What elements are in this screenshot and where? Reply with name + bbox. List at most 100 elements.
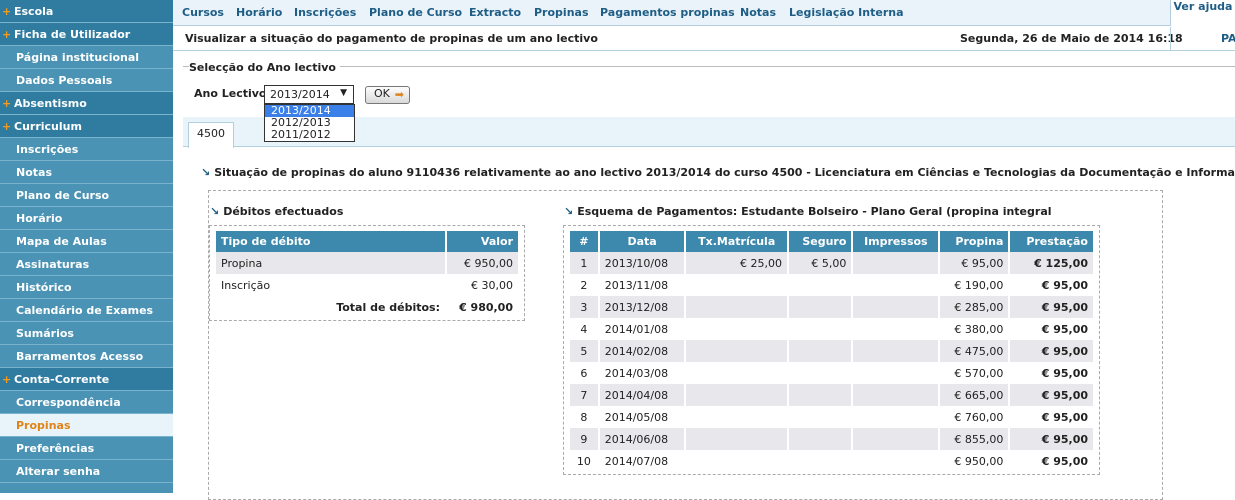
sidebar-item[interactable]: Horário: [0, 207, 173, 230]
sidebar-item-label: Escola: [14, 5, 54, 18]
sidebar-item[interactable]: + Ficha de Utilizador: [0, 23, 173, 46]
triangle-down-icon: ▼: [340, 88, 347, 98]
table-row: 10 2014/07/08 € 950,00 € 95,00: [570, 450, 1093, 472]
tab-4500[interactable]: 4500: [188, 122, 234, 148]
nav-link-legislacao-interna[interactable]: Legislação Interna: [789, 6, 904, 19]
year-select[interactable]: 2013/2014 ▼: [264, 85, 354, 104]
plus-icon: +: [2, 97, 12, 110]
table-cell: € 285,00: [939, 296, 1011, 318]
sidebar-item[interactable]: Preferências: [0, 437, 173, 460]
column-header: Tipo de débito: [216, 231, 447, 252]
table-cell: [787, 274, 854, 296]
sidebar-item-label: Dados Pessoais: [16, 74, 113, 87]
table-cell: [685, 362, 789, 384]
nav-link-inscricoes[interactable]: Inscrições: [294, 6, 356, 19]
nav-link-pagamentos-propinas[interactable]: Pagamentos propinas: [600, 6, 735, 19]
table-cell: [852, 340, 941, 362]
situation-heading: ↘ Situação de propinas do aluno 9110436 r…: [201, 166, 1235, 179]
nav-link-plano-de-curso[interactable]: Plano de Curso: [369, 6, 462, 19]
table-cell: € 950,00: [446, 252, 518, 274]
sidebar-item[interactable]: Calendário de Exames: [0, 299, 173, 322]
table-cell: [685, 450, 789, 472]
total-row: Total de débitos: € 980,00: [216, 296, 518, 318]
table-cell: Propina: [216, 252, 447, 274]
sidebar-item[interactable]: Mapa de Aulas: [0, 230, 173, 253]
sidebar-item-label: Mapa de Aulas: [16, 235, 107, 248]
table-row: 1 2013/10/08 € 25,00 € 5,00 € 95,00 € 125,00: [570, 252, 1093, 274]
sidebar-item[interactable]: Dados Pessoais: [0, 69, 173, 92]
table-row: Inscrição € 30,00: [216, 274, 518, 296]
sidebar-item-label: Conta-Corrente: [14, 373, 110, 386]
table-cell: [787, 428, 854, 450]
table-cell: € 665,00: [939, 384, 1011, 406]
table-cell: 2013/10/08: [598, 252, 687, 274]
sidebar-item[interactable]: Barramentos Acesso: [0, 345, 173, 368]
arrow-down-right-icon: ↘: [210, 205, 220, 218]
sidebar-item-label: Notas: [16, 166, 52, 179]
table-cell: 5: [570, 340, 600, 362]
sidebar-item[interactable]: Correspondência: [0, 391, 173, 414]
sidebar-item[interactable]: Página institucional: [0, 46, 173, 69]
table-cell: Inscrição: [216, 274, 447, 296]
sidebar-item-label: Ficha de Utilizador: [14, 28, 131, 41]
sidebar-item[interactable]: Plano de Curso: [0, 184, 173, 207]
nav-link-cursos[interactable]: Cursos: [182, 6, 224, 19]
table-row: 8 2014/05/08 € 760,00 € 95,00: [570, 406, 1093, 428]
table-cell: 1: [570, 252, 600, 274]
sidebar-item[interactable]: + Conta-Corrente: [0, 368, 173, 391]
column-header: Valor: [446, 231, 518, 252]
table-cell: 4: [570, 318, 600, 340]
table-row: 7 2014/04/08 € 665,00 € 95,00: [570, 384, 1093, 406]
plus-icon: +: [2, 373, 12, 386]
table-cell: [685, 296, 789, 318]
column-header: Prestação: [1009, 231, 1093, 252]
sidebar-item[interactable]: Histórico: [0, 276, 173, 299]
sidebar-item[interactable]: + Absentismo: [0, 92, 173, 115]
sidebar-item[interactable]: Propinas: [0, 414, 173, 437]
page-description: Visualizar a situação do pagamento de pr…: [185, 32, 598, 45]
help-link[interactable]: Ver ajuda: [1170, 0, 1235, 26]
nav-link-horario[interactable]: Horário: [236, 6, 282, 19]
debitos-panel: Tipo de débito Valor Propina € 950,00 In…: [209, 225, 525, 321]
sidebar-item[interactable]: Alterar senha: [0, 460, 173, 483]
table-cell: 2: [570, 274, 600, 296]
sidebar-item-label: Assinaturas: [16, 258, 90, 271]
column-header: Impressos: [852, 231, 941, 252]
table-cell: € 95,00: [1009, 428, 1093, 450]
esquema-title: ↘ Esquema de Pagamentos: Estudante Bolsei…: [564, 205, 1052, 218]
sidebar-item-label: Horário: [16, 212, 63, 225]
table-row: 2 2013/11/08 € 190,00 € 95,00: [570, 274, 1093, 296]
ok-button[interactable]: OK ➡: [365, 86, 410, 104]
sub-header: Visualizar a situação do pagamento de pr…: [173, 27, 1235, 51]
table-cell: 2014/03/08: [598, 362, 687, 384]
nav-link-extracto[interactable]: Extracto: [469, 6, 521, 19]
sidebar-item[interactable]: Inscrições: [0, 138, 173, 161]
current-date: Segunda, 26 de Maio de 2014 16:18: [960, 32, 1183, 45]
sidebar-item[interactable]: + Escola: [0, 0, 173, 23]
table-cell: 2014/04/08: [598, 384, 687, 406]
esquema-title-text: Esquema de Pagamentos: Estudante Bolseir…: [577, 205, 1052, 218]
table-cell: € 95,00: [1041, 454, 1088, 468]
nav-link-notas[interactable]: Notas: [740, 6, 776, 19]
nav-link-propinas[interactable]: Propinas: [534, 6, 589, 19]
table-cell: € 95,00: [1041, 410, 1088, 424]
table-cell: [685, 384, 789, 406]
sidebar-item[interactable]: Sumários: [0, 322, 173, 345]
table-cell: 2014/05/08: [598, 406, 687, 428]
sidebar-item[interactable]: Assinaturas: [0, 253, 173, 276]
sidebar-item-label: Barramentos Acesso: [16, 350, 144, 363]
sidebar-item-label: Calendário de Exames: [16, 304, 154, 317]
year-option[interactable]: 2011/2012: [265, 129, 354, 141]
table-cell: 8: [570, 406, 600, 428]
year-select-value: 2013/2014: [270, 88, 330, 101]
table-cell: € 95,00: [1041, 278, 1088, 292]
sidebar-item[interactable]: Notas: [0, 161, 173, 184]
top-nav: Cursos Horário Inscrições Plano de Curso…: [173, 0, 1235, 26]
sidebar-item[interactable]: + Curriculum: [0, 115, 173, 138]
column-header: Seguro: [787, 231, 854, 252]
debitos-title: ↘ Débitos efectuados: [210, 205, 343, 218]
user-abbreviation[interactable]: PA: [1221, 32, 1235, 45]
table-cell: [852, 406, 941, 428]
plus-icon: +: [2, 120, 12, 133]
table-cell: 2013/12/08: [598, 296, 687, 318]
